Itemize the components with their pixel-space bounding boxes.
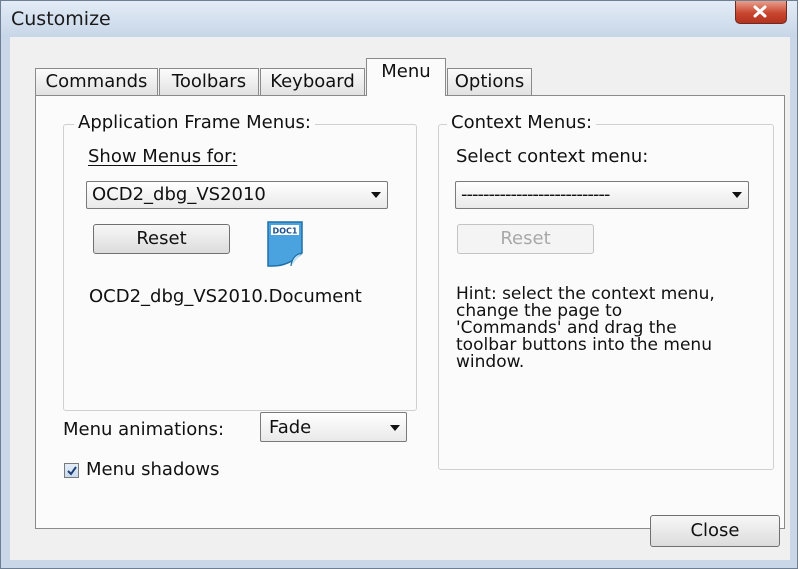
select-context-menu-label: Select context menu: xyxy=(456,146,649,167)
document-icon: DOC1 xyxy=(267,221,303,267)
close-window-button[interactable] xyxy=(735,1,787,24)
customize-dialog: Customize Commands Toolbars Keyboard Men… xyxy=(0,0,798,569)
context-menus-legend: Context Menus: xyxy=(447,112,597,133)
title-bar[interactable]: Customize xyxy=(1,1,797,37)
chevron-down-icon xyxy=(371,192,381,198)
show-menus-label: Show Menus for: xyxy=(88,146,238,167)
tab-toolbars[interactable]: Toolbars xyxy=(159,68,259,95)
document-template-name: OCD2_dbg_VS2010.Document xyxy=(89,286,362,307)
close-button[interactable]: Close xyxy=(650,515,780,547)
chevron-down-icon xyxy=(732,192,742,198)
context-hint-text: Hint: select the context menu, change th… xyxy=(456,284,715,372)
checkmark-icon xyxy=(67,466,77,476)
application-frame-menus-group: Application Frame Menus: xyxy=(63,112,417,411)
document-icon-label: DOC1 xyxy=(273,227,298,236)
show-menus-dropdown[interactable]: OCD2_dbg_VS2010 xyxy=(86,181,388,209)
chevron-down-icon xyxy=(390,425,400,431)
show-menus-value: OCD2_dbg_VS2010 xyxy=(92,184,266,205)
tab-keyboard[interactable]: Keyboard xyxy=(260,68,365,95)
window-title: Customize xyxy=(11,8,111,30)
close-icon xyxy=(753,5,767,18)
context-menu-dropdown[interactable]: --------------------------- xyxy=(455,181,749,209)
application-frame-menus-legend: Application Frame Menus: xyxy=(74,112,315,133)
menu-shadows-checkbox[interactable] xyxy=(64,463,79,478)
context-menu-value: --------------------------- xyxy=(461,184,610,205)
tab-commands[interactable]: Commands xyxy=(35,68,158,95)
menu-animations-label: Menu animations: xyxy=(63,419,225,440)
tab-menu[interactable]: Menu xyxy=(366,58,446,96)
app-frame-reset-button[interactable]: Reset xyxy=(93,224,230,254)
dialog-client-area: Commands Toolbars Keyboard Menu Options … xyxy=(10,37,790,560)
context-reset-button[interactable]: Reset xyxy=(457,224,594,254)
menu-tab-panel: Application Frame Menus: Show Menus for:… xyxy=(35,95,785,529)
menu-shadows-label: Menu shadows xyxy=(86,459,220,480)
menu-animations-dropdown[interactable]: Fade xyxy=(260,412,407,442)
tab-options[interactable]: Options xyxy=(447,68,532,95)
menu-animations-value: Fade xyxy=(269,417,312,438)
